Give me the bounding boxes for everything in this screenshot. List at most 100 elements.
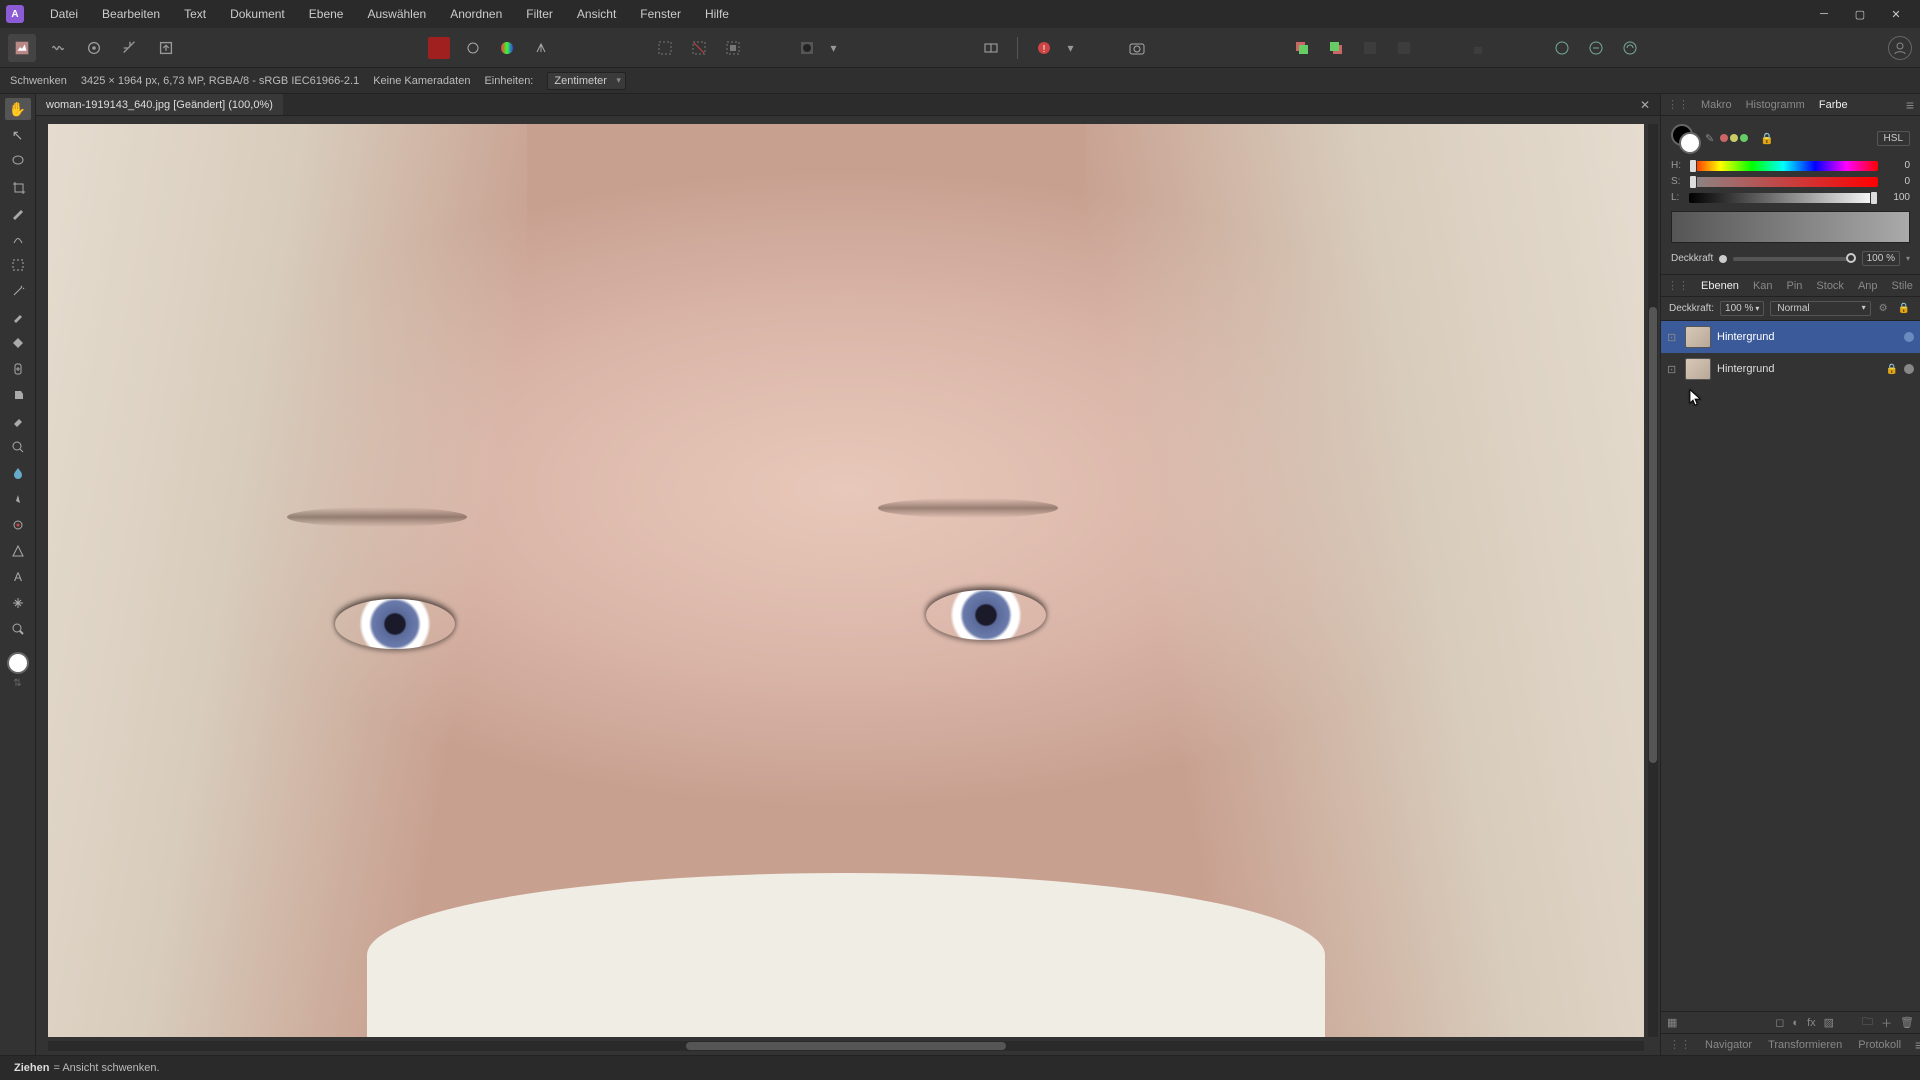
bottom-panel-grip-icon[interactable]: ⋮⋮ [1669,1038,1691,1051]
menu-dokument[interactable]: Dokument [218,3,297,25]
tab-anpassung[interactable]: Anp [1856,278,1880,294]
tab-histogramm[interactable]: Histogramm [1744,97,1807,113]
hand-tool-icon[interactable]: ✋ [5,98,31,120]
recent-colors[interactable] [1720,134,1748,142]
tab-kanaele[interactable]: Kan [1751,278,1775,294]
menu-auswaehlen[interactable]: Auswählen [355,3,438,25]
globe-link-icon[interactable] [1582,34,1610,62]
tab-pinsel[interactable]: Pin [1785,278,1805,294]
warning-icon[interactable]: ! [1030,34,1058,62]
menu-anordnen[interactable]: Anordnen [438,3,514,25]
document-tab-close-icon[interactable]: ✕ [1630,98,1660,112]
menu-text[interactable]: Text [172,3,218,25]
clone-tool-icon[interactable] [5,384,31,406]
layer-checkbox-icon[interactable]: ⊡ [1667,363,1679,376]
vertical-scrollbar[interactable] [1648,124,1658,1037]
layer-thumbnail[interactable] [1685,326,1711,348]
minimize-button[interactable]: ─ [1806,2,1842,26]
text-tool-icon[interactable]: A [5,566,31,588]
assistant-icon[interactable] [977,34,1005,62]
arrange-back-icon[interactable] [1288,34,1316,62]
dodge-tool-icon[interactable] [5,436,31,458]
globe-sync-icon[interactable] [1616,34,1644,62]
autowb-icon[interactable] [527,34,555,62]
quickmask-icon[interactable] [793,34,821,62]
hue-slider[interactable] [1689,161,1878,171]
move-tool-icon[interactable]: ↖ [5,124,31,146]
select-none-icon[interactable] [685,34,713,62]
brush-tool-icon[interactable] [5,306,31,328]
horizontal-scrollbar[interactable] [48,1041,1644,1051]
layer-name[interactable]: Hintergrund [1717,331,1898,343]
persona-export-icon[interactable] [152,34,180,62]
arrange-front-icon[interactable] [1322,34,1350,62]
quickmask-dropdown-icon[interactable]: ▾ [827,34,841,62]
color-opacity-value[interactable]: 100 % [1862,251,1900,266]
tab-navigator[interactable]: Navigator [1703,1037,1754,1053]
autolevel-icon[interactable] [459,34,487,62]
add-fill-icon[interactable]: ▨ [1824,1016,1834,1029]
blur-tool-icon[interactable] [5,462,31,484]
persona-develop-icon[interactable] [80,34,108,62]
layer-row[interactable]: ⊡ Hintergrund 🔒 [1661,353,1920,385]
delete-layer-icon[interactable]: 🗑 [1900,1016,1914,1029]
persona-liquify-icon[interactable] [44,34,72,62]
menu-bearbeiten[interactable]: Bearbeiten [90,3,172,25]
camera-icon[interactable] [1124,34,1152,62]
account-icon[interactable] [1888,36,1912,60]
persona-photo-icon[interactable] [8,34,36,62]
menu-fenster[interactable]: Fenster [628,3,693,25]
saturation-slider[interactable] [1689,177,1878,187]
select-all-icon[interactable] [719,34,747,62]
blend-mode-select[interactable]: Normal [1770,301,1870,316]
panel-grip-icon[interactable]: ⋮⋮ [1667,98,1689,111]
layer-thumbnail[interactable] [1685,358,1711,380]
lasso-tool-icon[interactable] [5,150,31,172]
document-tab[interactable]: woman-1919143_640.jpg [Geändert] (100,0%… [36,94,283,115]
color-panel-menu-icon[interactable]: ≡ [1906,97,1914,113]
menu-ansicht[interactable]: Ansicht [565,3,628,25]
canvas-area[interactable] [36,116,1660,1055]
menu-ebene[interactable]: Ebene [297,3,356,25]
mesh-tool-icon[interactable] [5,592,31,614]
add-livefilter-icon[interactable]: fx [1807,1017,1816,1029]
lightness-slider[interactable] [1689,193,1878,203]
tab-stock[interactable]: Stock [1814,278,1846,294]
layer-thumbsize-icon[interactable]: ▦ [1667,1016,1677,1029]
marquee-tool-icon[interactable] [5,254,31,276]
menu-hilfe[interactable]: Hilfe [693,3,741,25]
autocolor-icon[interactable] [425,34,453,62]
color-mode-select[interactable]: HSL [1877,131,1910,146]
zoom-tool-icon[interactable] [5,618,31,640]
select-rect-icon[interactable] [651,34,679,62]
redeye-tool-icon[interactable] [5,514,31,536]
eyedropper-icon[interactable]: ✎ [1705,132,1714,145]
tab-stile[interactable]: Stile [1890,278,1915,294]
smudge-tool-icon[interactable] [5,488,31,510]
add-layer-icon[interactable]: ＋ [1881,1015,1892,1031]
add-mask-icon[interactable]: ◻ [1775,1016,1784,1029]
menu-filter[interactable]: Filter [514,3,565,25]
color-lock-icon[interactable]: 🔒 [1760,132,1774,145]
color-swatch-pair[interactable] [1671,124,1699,152]
fill-tool-icon[interactable] [5,332,31,354]
group-layers-icon[interactable]: 🗀 [1862,1013,1873,1032]
shape-tool-icon[interactable] [5,540,31,562]
tab-protokoll[interactable]: Protokoll [1856,1037,1903,1053]
node-tool-icon[interactable] [5,228,31,250]
menu-datei[interactable]: Datei [38,3,90,25]
autocontrast-icon[interactable] [493,34,521,62]
layers-panel-grip-icon[interactable]: ⋮⋮ [1667,279,1689,292]
globe-add-icon[interactable] [1548,34,1576,62]
layer-visibility-icon[interactable] [1904,364,1914,374]
eraser-tool-icon[interactable] [5,410,31,432]
swap-colors-icon[interactable]: ⇅ [13,678,21,689]
pen-tool-icon[interactable] [5,202,31,224]
layer-checkbox-icon[interactable]: ⊡ [1667,331,1679,344]
close-button[interactable]: ✕ [1878,2,1914,26]
layer-visibility-icon[interactable] [1904,332,1914,342]
tab-transformieren[interactable]: Transformieren [1766,1037,1844,1053]
color-preview-strip[interactable] [1671,211,1910,243]
layer-row[interactable]: ⊡ Hintergrund [1661,321,1920,353]
color-opacity-slider[interactable] [1733,257,1855,261]
